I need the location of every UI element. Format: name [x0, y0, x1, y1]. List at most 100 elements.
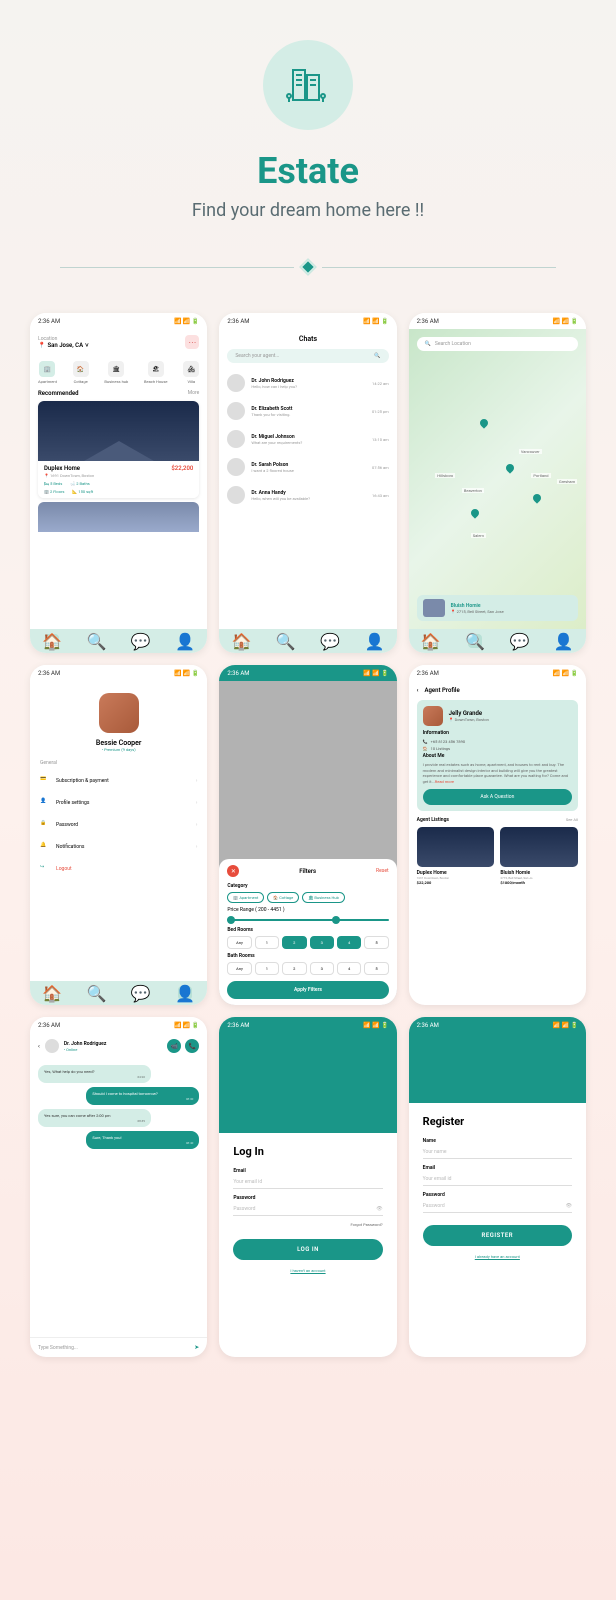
bathroom-option[interactable]: Any — [227, 962, 251, 975]
map-pin-icon[interactable] — [505, 462, 516, 473]
email-input[interactable]: Your email id — [233, 1176, 382, 1189]
voice-call-button[interactable]: 📞 — [185, 1039, 199, 1053]
nav-chat-icon[interactable]: 💬 — [512, 634, 526, 648]
category-cottage[interactable]: 🏠Cottage — [73, 361, 89, 384]
location-dropdown[interactable]: 📍 San Jose, CA ˅ — [38, 342, 89, 349]
nav-home-icon[interactable]: 🏠 — [234, 634, 248, 648]
nav-search-icon[interactable]: 🔍 — [468, 634, 482, 648]
agent-phone[interactable]: 📞 +65 8123 456 7890 — [423, 739, 572, 744]
avatar — [227, 486, 245, 504]
category-business[interactable]: 🏛Business hub — [104, 361, 128, 384]
register-button[interactable]: REGISTER — [423, 1225, 572, 1246]
bathroom-option[interactable]: 4 — [337, 962, 361, 975]
nav-chat-icon[interactable]: 💬 — [134, 986, 148, 1000]
read-more-link[interactable]: Read more — [435, 779, 454, 784]
property-card[interactable]: Duplex Home $22,200 📍 1691 DownTown, Bos… — [38, 401, 199, 498]
see-all-link[interactable]: See All — [566, 817, 578, 823]
chats-title: Chats — [219, 329, 396, 349]
menu-subscription[interactable]: 💳Subscription & payment› — [30, 770, 207, 792]
bathroom-option[interactable]: 5 — [364, 962, 388, 975]
more-link[interactable]: More — [188, 390, 200, 397]
property-card-2[interactable] — [38, 502, 199, 532]
profile-avatar[interactable] — [99, 693, 139, 733]
back-icon[interactable]: ‹ — [38, 1043, 40, 1050]
bedroom-option[interactable]: 5 — [364, 936, 388, 949]
map-view[interactable]: 🔍Search Location Vancouver Portland Hill… — [409, 329, 586, 629]
chat-item[interactable]: Dr. Sarah PolsonI want a 2 floored house… — [227, 453, 388, 481]
nav-chat-icon[interactable]: 💬 — [134, 634, 148, 648]
info-label: Information — [423, 730, 572, 736]
chat-item[interactable]: Dr. Elizabeth ScottThank you for visitin… — [227, 397, 388, 425]
send-icon[interactable]: ➤ — [194, 1344, 199, 1351]
password-input[interactable]: Password👁 — [423, 1200, 572, 1213]
agent-name: Jelly Grande — [449, 710, 489, 717]
map-pin-icon[interactable] — [469, 507, 480, 518]
messages-list[interactable]: Yes, What help do you need?04:20 Should … — [30, 1059, 207, 1159]
map-pin-icon[interactable] — [478, 417, 489, 428]
bottom-nav: 🏠 🔍 💬 👤 — [30, 981, 207, 1005]
video-call-button[interactable]: 📹 — [167, 1039, 181, 1053]
nav-search-icon[interactable]: 🔍 — [279, 634, 293, 648]
category-beach[interactable]: 🏖Beach House — [144, 361, 168, 384]
chat-item[interactable]: Dr. Anna HandyHello, when will you be av… — [227, 481, 388, 509]
email-input[interactable]: Your email id — [423, 1173, 572, 1186]
bedroom-option[interactable]: 4 — [337, 936, 361, 949]
menu-button[interactable]: ⋯ — [185, 335, 199, 349]
bathroom-option[interactable]: 1 — [255, 962, 279, 975]
ask-question-button[interactable]: Ask A Question — [423, 789, 572, 805]
menu-password[interactable]: 🔒Password› — [30, 814, 207, 836]
map-property-card[interactable]: Bluish Homie 📍 2715, Bell Street, San Jo… — [417, 595, 578, 621]
bathroom-option[interactable]: 2 — [282, 962, 306, 975]
menu-profile-settings[interactable]: 👤Profile settings› — [30, 792, 207, 814]
nav-profile-icon[interactable]: 👤 — [178, 634, 192, 648]
bathroom-option[interactable]: 3 — [310, 962, 334, 975]
search-input[interactable]: Search your agent...🔍 — [227, 349, 388, 363]
close-button[interactable]: ✕ — [227, 865, 239, 877]
nav-profile-icon[interactable]: 👤 — [557, 634, 571, 648]
chat-item[interactable]: Dr. Miguel JohnsonWhat are your requirem… — [227, 425, 388, 453]
filters-sheet: ✕ Filters Reset Category 🏢 Apartment 🏠 C… — [219, 859, 396, 1005]
no-account-link[interactable]: I haven't an account — [233, 1268, 382, 1273]
password-input[interactable]: Password👁 — [233, 1203, 382, 1216]
nav-home-icon[interactable]: 🏠 — [45, 634, 59, 648]
bedroom-option[interactable]: 2 — [282, 936, 306, 949]
category-villa[interactable]: 🏘Villa — [183, 361, 199, 384]
reset-button[interactable]: Reset — [376, 868, 389, 874]
price-range-label: Price Range ( 200 - 4451 ) — [227, 907, 388, 913]
contact-avatar[interactable] — [45, 1039, 59, 1053]
filter-chip-business[interactable]: 🏛 Business Hub — [302, 892, 345, 903]
back-icon[interactable]: ‹ — [417, 687, 419, 694]
map-pin-icon[interactable] — [531, 492, 542, 503]
nav-home-icon[interactable]: 🏠 — [424, 634, 438, 648]
name-label: Name — [423, 1138, 572, 1144]
nav-profile-icon[interactable]: 👤 — [178, 986, 192, 1000]
bedroom-option[interactable]: Any — [227, 936, 251, 949]
nav-search-icon[interactable]: 🔍 — [89, 986, 103, 1000]
eye-off-icon[interactable]: 👁 — [376, 1206, 382, 1212]
bedroom-option[interactable]: 1 — [255, 936, 279, 949]
chat-item[interactable]: Dr. John RodriguezHello, how can i help … — [227, 369, 388, 397]
filter-chip-cottage[interactable]: 🏠 Cottage — [267, 892, 299, 903]
login-button[interactable]: LOG IN — [233, 1239, 382, 1260]
listing-card[interactable]: Bluish Homie 2715, Bell Street, San Jo $… — [500, 827, 578, 885]
filter-chip-apartment[interactable]: 🏢 Apartment — [227, 892, 264, 903]
message-input[interactable]: Type Something... — [38, 1345, 188, 1351]
nav-search-icon[interactable]: 🔍 — [89, 634, 103, 648]
nav-chat-icon[interactable]: 💬 — [323, 634, 337, 648]
listing-card[interactable]: Duplex Home 1691 Downtown, Boston $22,20… — [417, 827, 495, 885]
eye-off-icon[interactable]: 👁 — [566, 1203, 572, 1209]
price-slider[interactable] — [227, 919, 388, 921]
nav-home-icon[interactable]: 🏠 — [45, 986, 59, 1000]
have-account-link[interactable]: I already have an account — [423, 1254, 572, 1259]
menu-logout[interactable]: ↪Logout — [30, 858, 207, 880]
menu-notifications[interactable]: 🔔Notifications› — [30, 836, 207, 858]
nav-profile-icon[interactable]: 👤 — [367, 634, 381, 648]
forgot-password-link[interactable]: Forgot Password? — [233, 1222, 382, 1227]
name-input[interactable]: Your name — [423, 1146, 572, 1159]
apply-filters-button[interactable]: Apply Filters — [227, 981, 388, 999]
screen-login: 2:36 AM📶 📶 🔋 Log In Email Your email id … — [219, 1017, 396, 1357]
bedroom-option[interactable]: 3 — [310, 936, 334, 949]
search-location-input[interactable]: 🔍Search Location — [417, 337, 578, 351]
category-apartment[interactable]: 🏢Apartment — [38, 361, 57, 384]
profile-name: Bessie Cooper — [30, 739, 207, 747]
